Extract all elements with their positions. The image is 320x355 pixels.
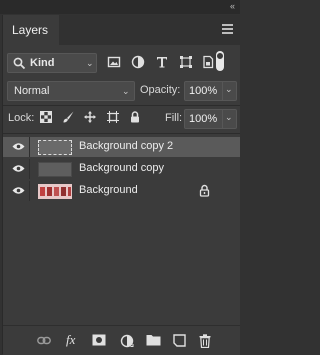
layer-row-background[interactable]: Background	[3, 181, 240, 201]
fill-label: Fill:	[165, 112, 183, 124]
new-fill-adjustment-icon[interactable]	[120, 334, 134, 348]
lock-artboard-icon[interactable]	[106, 110, 120, 124]
layer-thumbnail	[38, 184, 72, 199]
blend-mode-label: Normal	[14, 85, 50, 97]
opacity-value: 100%	[189, 85, 218, 97]
layer-filter-row: Kind ⌄	[3, 51, 240, 73]
opacity-label: Opacity:	[140, 84, 181, 96]
layers-panel: Layers Kind ⌄ Normal ⌄ Opacity: 100% ⌄ L…	[2, 15, 240, 355]
link-layers-icon[interactable]	[37, 336, 51, 345]
pixel-layer-filter-icon[interactable]	[107, 55, 121, 69]
layer-divider	[29, 137, 30, 157]
layer-name[interactable]: Background	[79, 184, 138, 196]
new-group-icon[interactable]	[146, 334, 161, 346]
filter-toggle-switch[interactable]	[216, 51, 224, 71]
layer-name[interactable]: Background copy	[79, 162, 164, 174]
chevron-down-icon: ⌄	[122, 86, 130, 96]
lock-label: Lock:	[8, 112, 35, 124]
filter-kind-label: Kind	[30, 57, 55, 69]
panel-top-strip: «	[0, 0, 240, 14]
chevron-down-icon: ⌄	[225, 112, 233, 122]
layer-divider	[29, 181, 30, 201]
panel-tab-bar: Layers	[3, 15, 240, 45]
layer-row-background-copy[interactable]: Background copy	[3, 159, 240, 179]
opacity-field[interactable]: 100% ⌄	[184, 81, 237, 101]
type-layer-filter-icon[interactable]	[155, 55, 169, 69]
filter-kind-select[interactable]: Kind ⌄	[7, 53, 97, 73]
divider	[3, 105, 240, 106]
divider	[3, 133, 240, 134]
shape-layer-filter-icon[interactable]	[179, 55, 193, 69]
lock-transparent-pixels-icon[interactable]	[39, 110, 53, 124]
layer-name[interactable]: Background copy 2	[79, 140, 173, 152]
search-icon	[13, 57, 26, 70]
layer-thumbnail	[38, 140, 72, 155]
chevron-down-icon: ⌄	[225, 84, 233, 94]
visibility-eye-icon[interactable]	[12, 142, 25, 151]
layer-divider	[29, 159, 30, 179]
filter-toggle-knob	[216, 52, 224, 60]
smart-object-filter-icon[interactable]	[201, 55, 215, 69]
delete-layer-icon[interactable]	[199, 334, 211, 348]
lock-all-icon[interactable]	[128, 110, 142, 124]
collapse-panels-icon[interactable]: «	[230, 1, 235, 11]
layer-thumbnail	[38, 162, 72, 177]
chevron-down-icon: ⌄	[86, 58, 94, 68]
tab-layers[interactable]: Layers	[3, 15, 59, 45]
fill-value: 100%	[189, 113, 218, 125]
layer-lock-icon[interactable]	[199, 184, 210, 197]
fill-field[interactable]: 100% ⌄	[184, 109, 237, 129]
layer-row-background-copy-2[interactable]: Background copy 2	[3, 137, 240, 157]
add-mask-icon[interactable]	[92, 334, 106, 346]
blend-row: Normal ⌄ Opacity: 100% ⌄	[3, 81, 240, 101]
blend-mode-select[interactable]: Normal ⌄	[7, 81, 135, 101]
fill-dropdown-button[interactable]: ⌄	[222, 110, 236, 128]
visibility-eye-icon[interactable]	[12, 186, 25, 195]
adjustment-layer-filter-icon[interactable]	[131, 55, 145, 69]
lock-image-pixels-icon[interactable]	[61, 110, 75, 124]
new-layer-icon[interactable]	[173, 334, 186, 347]
opacity-dropdown-button[interactable]: ⌄	[222, 82, 236, 100]
lock-position-icon[interactable]	[83, 110, 97, 124]
visibility-eye-icon[interactable]	[12, 164, 25, 173]
hamburger-menu-icon[interactable]	[222, 24, 233, 36]
lock-row: Lock: Fill: 100% ⌄	[3, 109, 240, 129]
fx-layer-style-icon[interactable]: fx	[66, 332, 75, 348]
layers-bottom-toolbar: fx	[3, 325, 240, 355]
